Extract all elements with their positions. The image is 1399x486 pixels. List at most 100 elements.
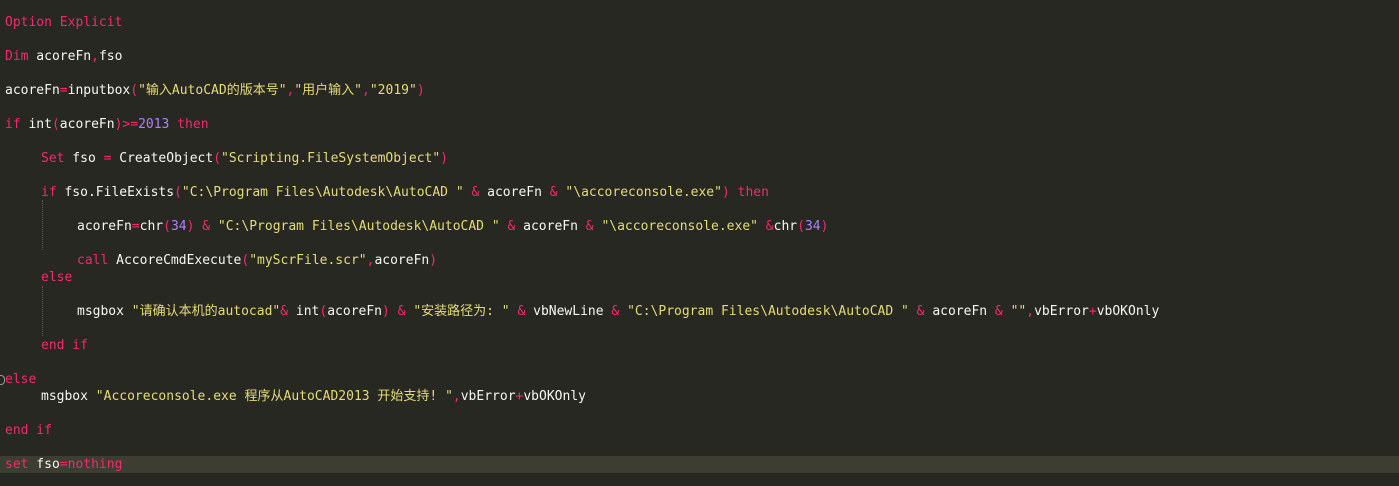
code-token: 34 [804, 219, 821, 234]
code-token: ) [429, 253, 438, 268]
code-token: & [194, 219, 218, 234]
code-token: "用户输入" [294, 83, 363, 98]
code-token: "\accoreconsole.exe" [565, 185, 722, 200]
code-line[interactable]: call AccoreCmdExecute("myScrFile.scr",ac… [0, 252, 1399, 269]
code-token: fso [64, 151, 104, 166]
code-token: chr [139, 219, 164, 234]
code-token: vbError [460, 389, 516, 404]
code-token: "Accoreconsole.exe 程序从AutoCAD2013 开始支持! … [95, 389, 453, 404]
code-line[interactable]: acoreFn=inputbox("输入AutoCAD的版本号","用户输入",… [0, 82, 1399, 99]
code-token: fso [28, 457, 60, 472]
code-token: ) [382, 304, 390, 319]
code-token: ) [820, 219, 829, 234]
code-line[interactable]: end if [0, 422, 1399, 439]
code-token: int [295, 304, 320, 319]
code-token: acoreFn [523, 219, 578, 234]
code-token: + [1088, 304, 1097, 319]
code-token: acoreFn [5, 83, 60, 98]
code-token: nothing [67, 457, 123, 472]
indent-guide [42, 200, 43, 250]
code-line[interactable]: set fso=nothing [0, 456, 1399, 473]
code-token: Option Explicit [5, 15, 123, 30]
code-token: "" [1010, 304, 1027, 319]
code-token: end if [5, 423, 52, 438]
code-line[interactable]: msgbox "Accoreconsole.exe 程序从AutoCAD2013… [0, 388, 1399, 405]
code-token: "Scripting.FileSystemObject" [221, 151, 441, 166]
code-token: "输入AutoCAD的版本号" [138, 83, 287, 98]
code-line[interactable]: Set fso = CreateObject("Scripting.FileSy… [0, 150, 1399, 167]
code-editor[interactable]: Option Explicit Dim acoreFn,fso acoreFn=in… [0, 0, 1399, 486]
code-token: & [757, 219, 774, 234]
code-token: & [509, 304, 534, 319]
code-token: acoreFn [932, 304, 988, 319]
code-token: end if [41, 338, 88, 353]
code-token: "myScrFile.scr" [249, 253, 367, 268]
code-token: acoreFn [374, 253, 430, 268]
code-token: , [362, 83, 370, 98]
code-token: & [987, 304, 1011, 319]
code-token: & [541, 185, 566, 200]
code-token: ( [174, 185, 182, 200]
code-token: AccoreCmdExecute [108, 253, 242, 268]
code-token: & [389, 304, 414, 319]
code-token: = [59, 83, 68, 98]
code-token: "\accoreconsole.exe" [601, 219, 758, 234]
code-line[interactable]: else [0, 269, 1399, 286]
code-token: acoreFn [59, 117, 115, 132]
code-token: "2019" [369, 83, 417, 98]
code-token: , [91, 49, 99, 64]
code-token: 2013 [138, 117, 170, 132]
code-line[interactable]: else [0, 371, 1399, 388]
code-token: fso.FileExists [56, 185, 175, 200]
code-token: & [499, 219, 524, 234]
code-line[interactable]: Dim acoreFn,fso [0, 48, 1399, 65]
code-line[interactable]: if int(acoreFn)>=2013 then [0, 116, 1399, 133]
code-token: ) [721, 185, 730, 200]
code-token: 34 [170, 219, 187, 234]
code-token: vbOKOnly [1096, 304, 1160, 319]
code-token: = [131, 219, 140, 234]
code-token: acoreFn [327, 304, 383, 319]
code-token: if [41, 185, 57, 200]
code-token: call [77, 253, 109, 268]
code-token: "C:\Program Files\Autodesk\AutoCAD " [217, 219, 500, 234]
code-token: acoreFn [77, 219, 132, 234]
code-token: ( [51, 117, 60, 132]
code-token: acoreFn [487, 185, 542, 200]
code-token: ( [130, 83, 139, 98]
code-line[interactable]: Option Explicit [0, 14, 1399, 31]
code-token: & [603, 304, 628, 319]
code-token: vbNewLine [533, 304, 604, 319]
code-token: else [5, 372, 37, 387]
code-token: "C:\Program Files\Autodesk\AutoCAD " [627, 304, 909, 319]
code-token: fso [98, 49, 123, 64]
code-line[interactable]: end if [0, 337, 1399, 354]
code-token: else [41, 270, 73, 285]
code-token: & [280, 304, 296, 319]
code-token: & [908, 304, 933, 319]
code-token: , [452, 389, 461, 404]
code-token: ) [416, 83, 425, 98]
code-token: ) [440, 151, 449, 166]
code-token: , [1026, 304, 1035, 319]
code-token: & [463, 185, 488, 200]
code-token: )>= [114, 117, 139, 132]
indent-guide [42, 286, 43, 336]
code-token: inputbox [67, 83, 131, 98]
code-token: chr [773, 219, 798, 234]
code-token: msgbox [41, 389, 96, 404]
code-token: "请确认本机的autocad" [131, 304, 281, 319]
code-token: acoreFn [28, 49, 92, 64]
code-line[interactable]: acoreFn=chr(34) & "C:\Program Files\Auto… [0, 218, 1399, 235]
code-line[interactable]: if fso.FileExists("C:\Program Files\Auto… [0, 184, 1399, 201]
code-token: ( [797, 219, 805, 234]
code-token: "安装路径为: " [413, 304, 510, 319]
code-token: Set [41, 151, 65, 166]
code-line[interactable]: msgbox "请确认本机的autocad"& int(acoreFn) & "… [0, 303, 1399, 320]
code-token: if [5, 117, 21, 132]
code-token: then [169, 117, 209, 132]
code-token: & [577, 219, 602, 234]
code-token: ( [163, 219, 171, 234]
code-token: "C:\Program Files\Autodesk\AutoCAD " [181, 185, 464, 200]
code-token: set [5, 457, 29, 472]
